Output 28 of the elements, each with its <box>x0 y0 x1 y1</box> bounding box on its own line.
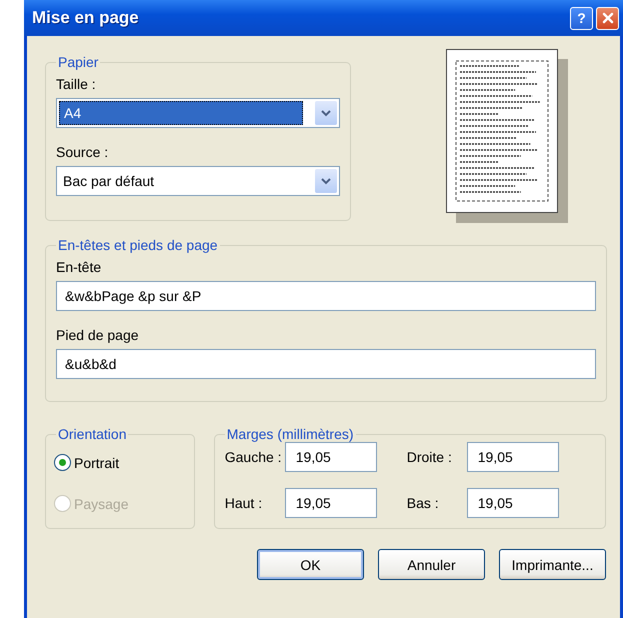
field-label: En-tête <box>56 259 102 275</box>
close-icon <box>602 12 614 24</box>
dialog-button[interactable]: Imprimante... <box>499 549 606 580</box>
field-label: Haut : <box>224 495 264 511</box>
number-field[interactable]: 19,05 <box>284 442 377 472</box>
dialog-button[interactable]: Annuler <box>378 549 485 580</box>
number-field[interactable]: 19,05 <box>284 488 377 518</box>
window-title: Mise en page <box>32 8 139 28</box>
field-label: Source : <box>56 144 110 160</box>
group-title: Papier <box>57 54 100 70</box>
group-title: Marges (millimètres) <box>226 426 355 442</box>
dialog-button[interactable]: OK <box>257 549 364 580</box>
field-label: Bas : <box>406 495 440 511</box>
text-field[interactable]: &w&bPage &p sur &P <box>56 281 596 311</box>
radio-option[interactable]: Portrait <box>54 450 184 475</box>
text-field[interactable]: &u&b&d <box>56 349 596 379</box>
field-label: Taille : <box>56 76 97 92</box>
group-title: Orientation <box>57 426 128 442</box>
field-label: Pied de page <box>56 327 140 343</box>
field-label: Droite : <box>406 449 453 465</box>
dropdown[interactable]: Bac par défaut <box>56 166 340 196</box>
close-button[interactable] <box>596 6 619 30</box>
help-button[interactable]: ? <box>570 6 593 30</box>
dropdown[interactable]: A4 <box>56 98 340 128</box>
group-title: En-têtes et pieds de page <box>57 237 219 253</box>
number-field[interactable]: 19,05 <box>466 488 559 518</box>
field-label: Gauche : <box>224 449 283 465</box>
number-field[interactable]: 19,05 <box>466 442 559 472</box>
